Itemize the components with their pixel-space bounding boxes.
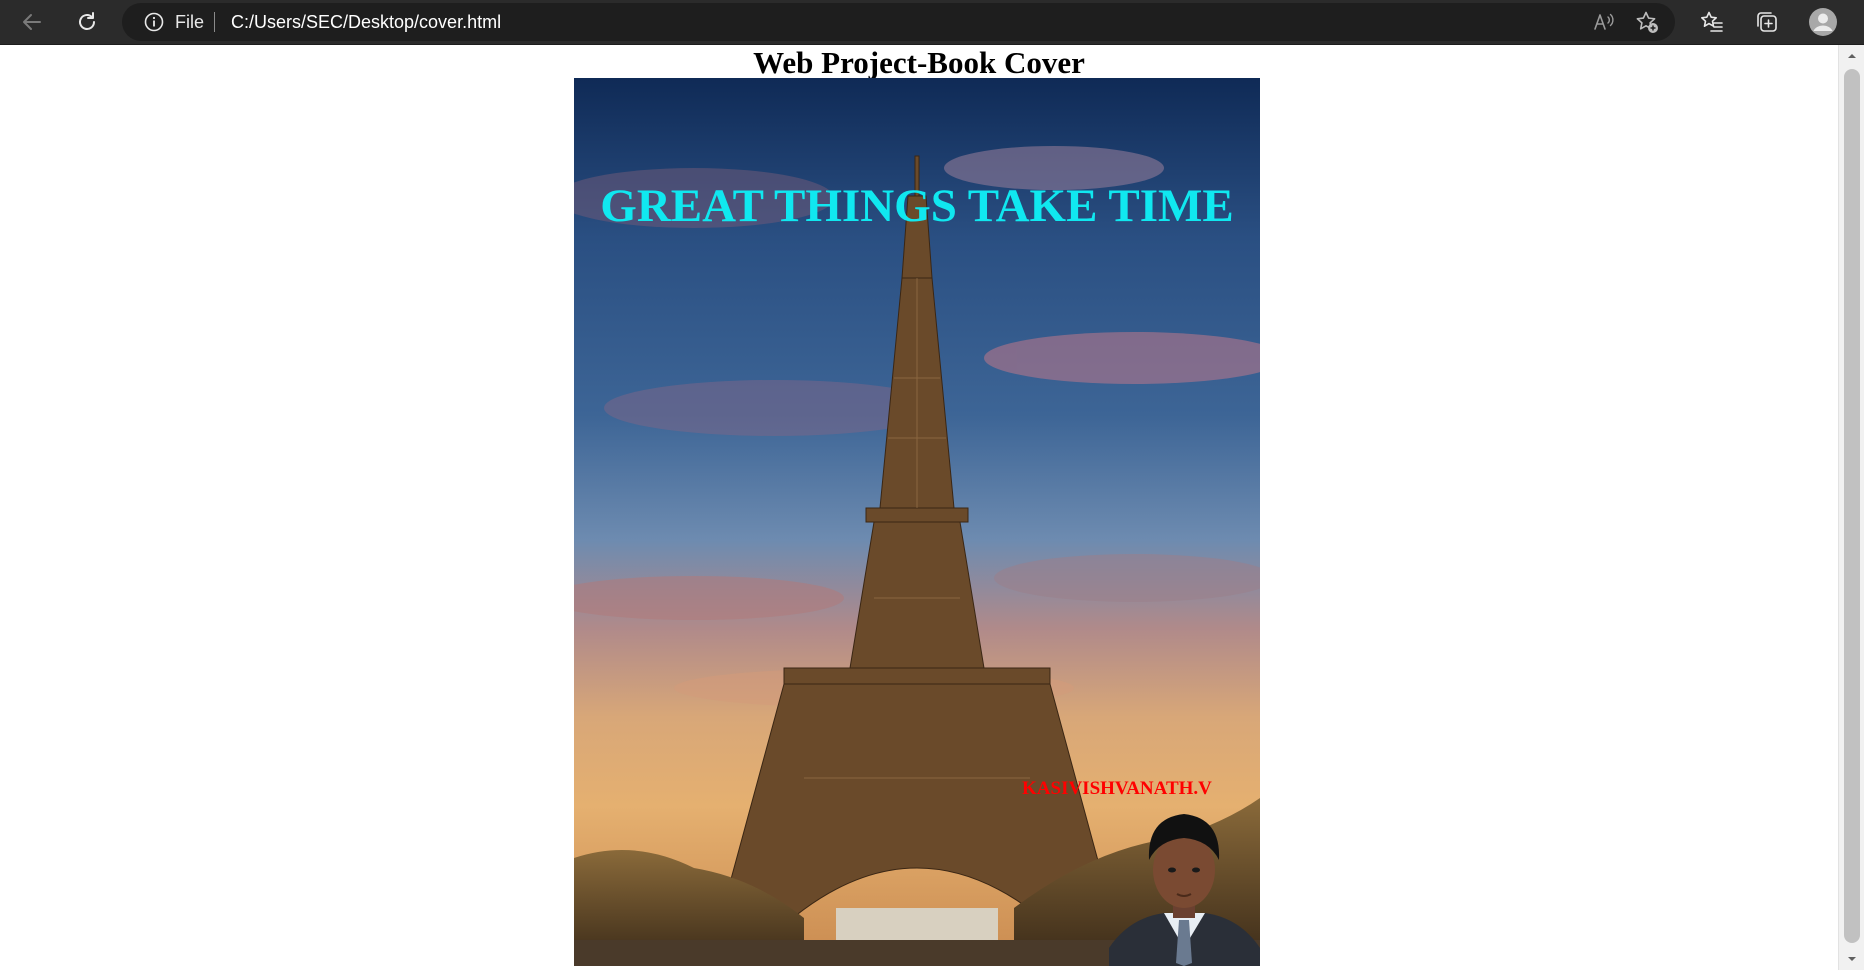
favorites-button[interactable] xyxy=(1697,7,1727,37)
back-button[interactable] xyxy=(12,6,52,38)
favorites-list-icon xyxy=(1701,11,1723,32)
arrow-left-icon xyxy=(23,14,41,30)
address-separator xyxy=(214,12,215,32)
scroll-up-arrow-icon[interactable] xyxy=(1845,49,1859,63)
author-name: KASIVISHVANATH.V xyxy=(1022,778,1212,799)
scroll-thumb[interactable] xyxy=(1844,69,1860,943)
info-icon[interactable] xyxy=(144,12,164,32)
vertical-scrollbar[interactable] xyxy=(1838,45,1864,970)
address-scheme-label: File xyxy=(175,12,205,32)
scroll-down-arrow-icon[interactable] xyxy=(1845,952,1859,966)
address-bar[interactable]: File C:/Users/SEC/Desktop/cover.html xyxy=(122,3,1675,41)
reload-icon xyxy=(79,12,95,30)
book-cover: GREAT THINGS TAKE TIME KASIVISHVANATH.V xyxy=(574,78,1260,966)
profile-avatar-icon xyxy=(1809,8,1837,36)
cover-title: GREAT THINGS TAKE TIME xyxy=(600,180,1234,232)
browser-toolbar: File C:/Users/SEC/Desktop/cover.html xyxy=(0,0,1864,45)
collections-icon xyxy=(1757,12,1777,32)
page-heading: Web Project-Book Cover xyxy=(753,45,1085,80)
page-viewport: Web Project-Book Cover GREAT THINGS TAKE… xyxy=(0,45,1838,970)
address-url[interactable]: C:/Users/SEC/Desktop/cover.html xyxy=(231,12,501,32)
profile-button[interactable] xyxy=(1808,7,1838,37)
reload-button[interactable] xyxy=(67,6,107,38)
read-aloud-icon[interactable] xyxy=(1592,10,1616,34)
author-portrait xyxy=(1109,814,1260,966)
collections-button[interactable] xyxy=(1752,7,1782,37)
star-plus-icon[interactable] xyxy=(1635,10,1659,34)
